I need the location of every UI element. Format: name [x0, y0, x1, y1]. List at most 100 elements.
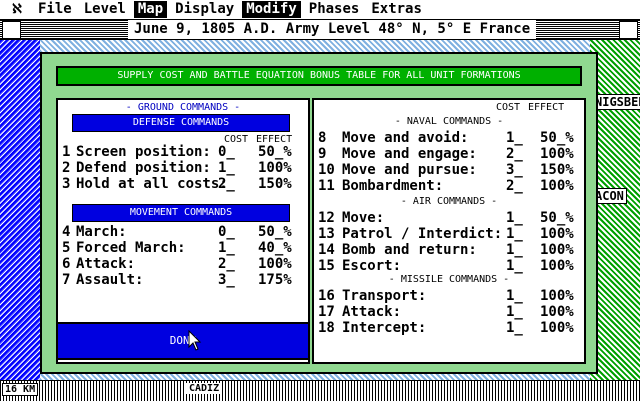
command-effect[interactable]: 50_%	[258, 144, 292, 160]
app-logo-icon[interactable]: ℵ	[0, 2, 34, 17]
effect-column-header: EFFECT	[528, 102, 565, 113]
other-commands-panel: COST EFFECT - NAVAL COMMANDS - 8 Move and…	[312, 98, 586, 364]
ground-commands-heading: - GROUND COMMANDS -	[125, 102, 241, 113]
command-cost[interactable]: 2_	[218, 176, 235, 192]
command-cost[interactable]: 1_	[506, 242, 523, 258]
command-cost[interactable]: 2_	[506, 146, 523, 162]
command-row: 8 Move and avoid: 1_ 50_%	[314, 130, 584, 146]
window-title-bar[interactable]: June 9, 1805 A.D. Army Level 48° N, 5° E…	[0, 20, 640, 40]
command-row: 11 Bombardment: 2_ 100%	[314, 178, 584, 194]
dialog-title: SUPPLY COST AND BATTLE EQUATION BONUS TA…	[56, 66, 582, 86]
map-status-bar: 16 KM CADIZ	[0, 380, 640, 401]
command-row: 17 Attack: 1_ 100%	[314, 304, 584, 320]
command-effect[interactable]: 50_%	[540, 210, 574, 226]
command-name: Hold at all costs:	[76, 176, 228, 192]
command-number: 7	[62, 272, 71, 288]
command-effect[interactable]: 100%	[540, 320, 574, 336]
command-number: 10	[318, 162, 335, 178]
command-effect[interactable]: 100%	[540, 226, 574, 242]
done-button[interactable]: DONE	[56, 322, 310, 360]
command-cost[interactable]: 2_	[506, 178, 523, 194]
menu-level[interactable]: Level	[80, 1, 130, 18]
command-effect[interactable]: 150%	[258, 176, 292, 192]
menu-display[interactable]: Display	[171, 1, 238, 18]
command-effect[interactable]: 100%	[540, 178, 574, 194]
command-name: Patrol / Interdict:	[342, 226, 503, 242]
command-effect[interactable]: 100%	[540, 258, 574, 274]
command-row: 6 Attack: 2_ 100%	[58, 256, 308, 272]
command-row: 18 Intercept: 1_ 100%	[314, 320, 584, 336]
command-effect[interactable]: 100%	[540, 288, 574, 304]
command-name: Screen position:	[76, 144, 211, 160]
command-name: Attack:	[76, 256, 136, 272]
command-cost[interactable]: 1_	[506, 304, 523, 320]
menu-file[interactable]: File	[34, 1, 76, 18]
command-row: 4 March: 0_ 50_%	[58, 224, 308, 240]
command-name: Escort:	[342, 258, 402, 274]
command-cost[interactable]: 3_	[506, 162, 523, 178]
command-number: 11	[318, 178, 335, 194]
command-name: Bombardment:	[342, 178, 444, 194]
command-cost[interactable]: 1_	[506, 320, 523, 336]
command-effect[interactable]: 175%	[258, 272, 292, 288]
command-number: 3	[62, 176, 71, 192]
command-number: 9	[318, 146, 327, 162]
command-number: 17	[318, 304, 335, 320]
menu-modify[interactable]: Modify	[242, 1, 301, 18]
menu-bar: ℵ File Level Map Display Modify Phases E…	[0, 0, 640, 20]
defense-commands-bar: DEFENSE COMMANDS	[72, 114, 290, 132]
command-number: 8	[318, 130, 327, 146]
command-name: Intercept:	[342, 320, 427, 336]
menu-map[interactable]: Map	[133, 1, 168, 18]
command-row: 2 Defend position: 1_ 100%	[58, 160, 308, 176]
fullsize-box-icon[interactable]	[619, 21, 638, 39]
menu-extras[interactable]: Extras	[367, 1, 426, 18]
command-effect[interactable]: 100%	[540, 304, 574, 320]
window-title: June 9, 1805 A.D. Army Level 48° N, 5° E…	[128, 20, 537, 39]
command-number: 18	[318, 320, 335, 336]
command-cost[interactable]: 1_	[506, 288, 523, 304]
command-number: 5	[62, 240, 71, 256]
command-number: 14	[318, 242, 335, 258]
menu-phases[interactable]: Phases	[305, 1, 364, 18]
command-cost[interactable]: 2_	[218, 256, 235, 272]
command-cost[interactable]: 0_	[218, 144, 235, 160]
command-cost[interactable]: 1_	[506, 258, 523, 274]
command-effect[interactable]: 100%	[258, 160, 292, 176]
city-label: CADIZ	[186, 383, 223, 394]
command-row: 15 Escort: 1_ 100%	[314, 258, 584, 274]
command-row: 5 Forced March: 1_ 40_%	[58, 240, 308, 256]
command-number: 15	[318, 258, 335, 274]
command-row: 10 Move and pursue: 3_ 150%	[314, 162, 584, 178]
command-effect[interactable]: 50_%	[540, 130, 574, 146]
command-effect[interactable]: 150%	[540, 162, 574, 178]
command-cost[interactable]: 1_	[506, 130, 523, 146]
command-cost[interactable]: 3_	[218, 272, 235, 288]
command-name: Defend position:	[76, 160, 211, 176]
command-number: 16	[318, 288, 335, 304]
close-box-icon[interactable]	[2, 21, 21, 39]
command-cost[interactable]: 0_	[218, 224, 235, 240]
sea-area	[0, 40, 40, 380]
command-name: Move and pursue:	[342, 162, 477, 178]
mouse-pointer-icon	[188, 330, 202, 351]
command-number: 12	[318, 210, 335, 226]
command-effect[interactable]: 100%	[258, 256, 292, 272]
command-cost[interactable]: 1_	[506, 210, 523, 226]
movement-commands-bar: MOVEMENT COMMANDS	[72, 204, 290, 222]
command-row: 14 Bomb and return: 1_ 100%	[314, 242, 584, 258]
missile-commands-heading: - MISSILE COMMANDS -	[388, 274, 510, 285]
command-cost[interactable]: 1_	[218, 160, 235, 176]
command-name: Bomb and return:	[342, 242, 477, 258]
command-number: 6	[62, 256, 71, 272]
command-row: 12 Move: 1_ 50_%	[314, 210, 584, 226]
naval-commands-heading: - NAVAL COMMANDS -	[394, 116, 504, 127]
command-cost[interactable]: 1_	[218, 240, 235, 256]
command-effect[interactable]: 40_%	[258, 240, 292, 256]
command-effect[interactable]: 50_%	[258, 224, 292, 240]
command-cost[interactable]: 1_	[506, 226, 523, 242]
command-row: 7 Assault: 3_ 175%	[58, 272, 308, 288]
command-effect[interactable]: 100%	[540, 146, 574, 162]
command-row: 13 Patrol / Interdict: 1_ 100%	[314, 226, 584, 242]
command-effect[interactable]: 100%	[540, 242, 574, 258]
